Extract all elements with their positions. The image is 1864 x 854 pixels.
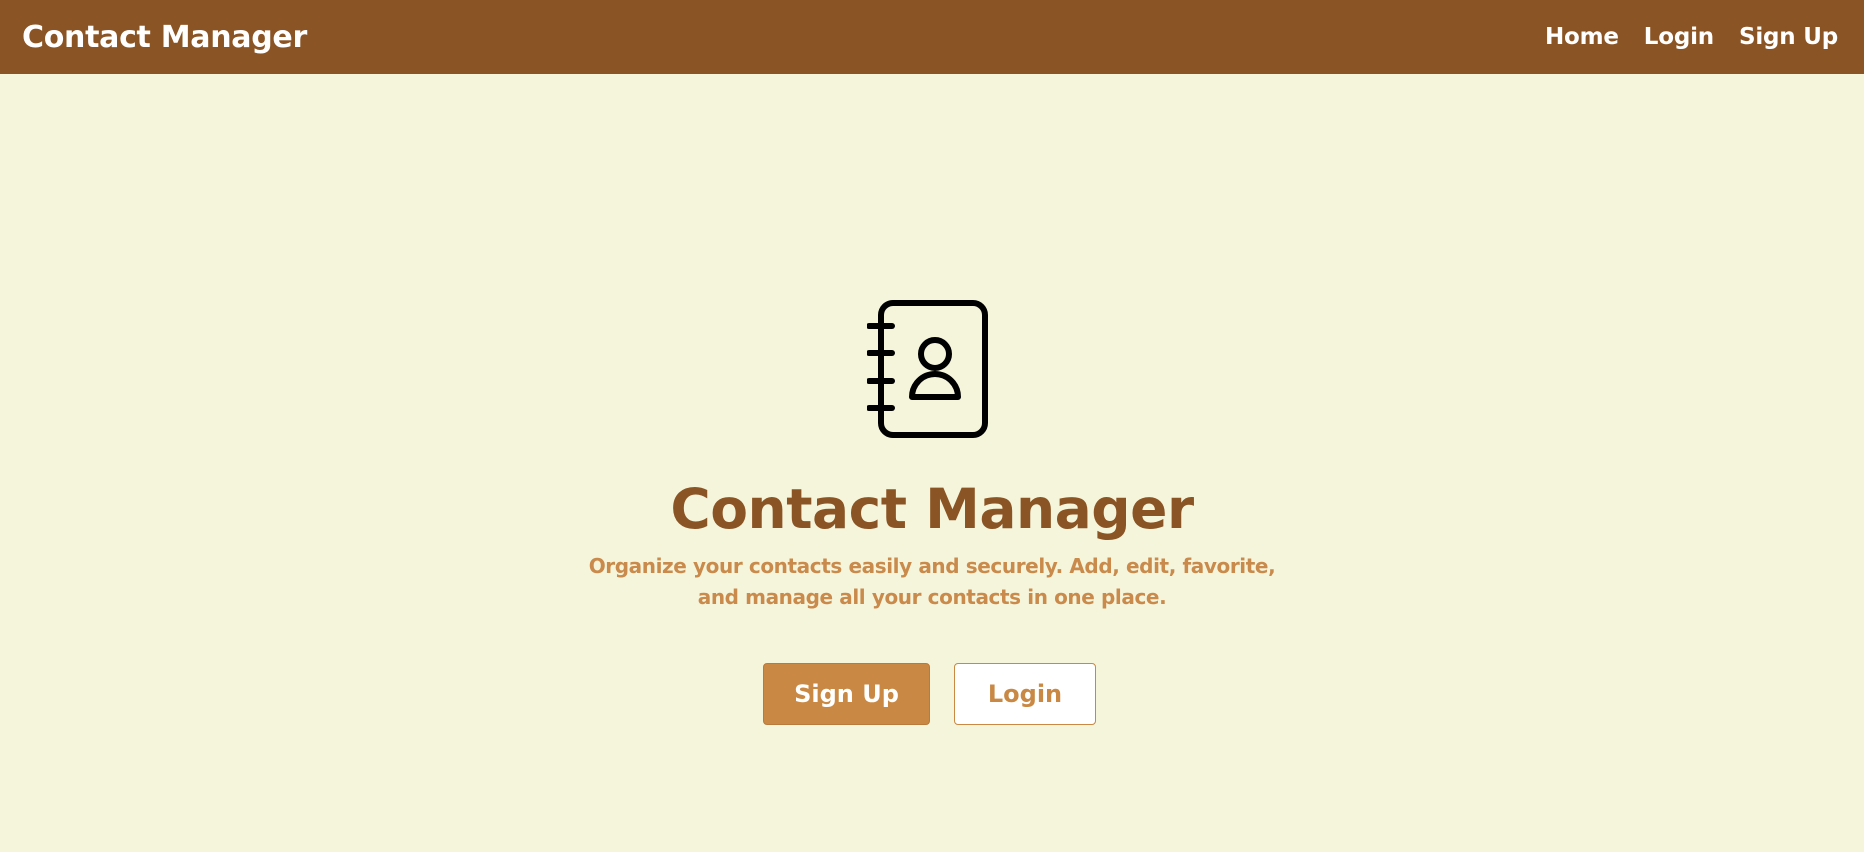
main-content: Contact Manager Organize your contacts e… [0,74,1864,852]
top-navbar: Contact Manager Home Login Sign Up [0,0,1864,74]
brand-logo-link[interactable]: Contact Manager [22,20,307,55]
nav-link-signup[interactable]: Sign Up [1739,24,1838,50]
contact-book-icon [867,300,988,438]
nav-link-home[interactable]: Home [1545,24,1619,50]
hero-title: Contact Manager [670,477,1194,541]
hero-section: Contact Manager Organize your contacts e… [0,74,1864,852]
nav-link-login[interactable]: Login [1644,24,1714,50]
signup-button[interactable]: Sign Up [763,663,930,725]
nav-links: Home Login Sign Up [1545,24,1838,50]
hero-subtitle: Organize your contacts easily and secure… [588,554,1276,609]
login-button[interactable]: Login [954,663,1096,725]
